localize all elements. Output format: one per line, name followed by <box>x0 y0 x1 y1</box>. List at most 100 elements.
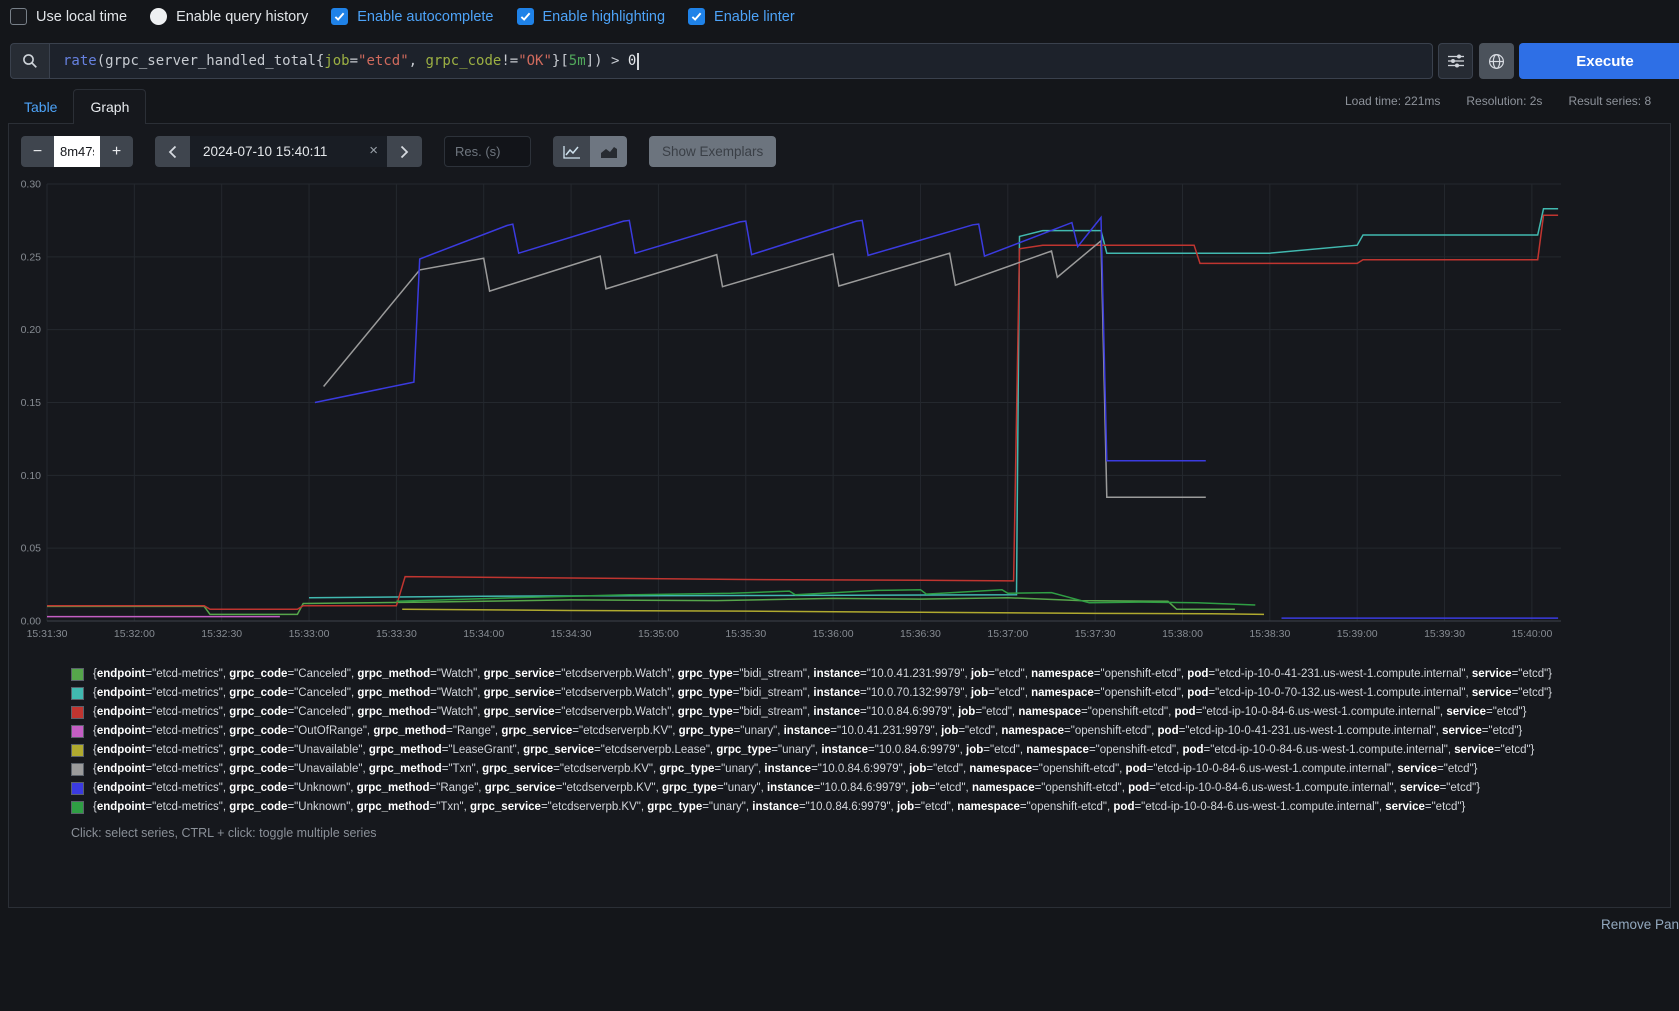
resolution-input[interactable] <box>444 136 531 167</box>
metrics-explorer-button[interactable] <box>1479 43 1514 79</box>
y-axis-label: 0.15 <box>21 397 42 409</box>
checkbox-unchecked-icon[interactable] <box>10 8 27 25</box>
y-axis-label: 0.00 <box>21 616 42 628</box>
legend-item-1[interactable]: {endpoint="etcd-metrics", grpc_code="Can… <box>71 684 1575 703</box>
option-use-local-time[interactable]: Use local time <box>10 8 127 25</box>
x-axis-label: 15:36:00 <box>813 628 854 640</box>
chart-type-toggle <box>553 136 627 167</box>
graph-panel: − + × <box>8 123 1671 908</box>
range-input[interactable] <box>54 136 100 167</box>
series-line-1[interactable] <box>308 208 1559 599</box>
legend-item-7[interactable]: {endpoint="etcd-metrics", grpc_code="Unk… <box>71 798 1575 817</box>
execute-button[interactable]: Execute <box>1519 43 1679 79</box>
text-cursor <box>637 52 640 70</box>
series-label: {endpoint="etcd-metrics", grpc_code="Can… <box>93 668 1553 680</box>
query-bar: rate(grpc_server_handled_total{job = "etcd… <box>10 43 1433 79</box>
option-label: Enable query history <box>176 8 309 25</box>
query-stats: Load time: 221ms Resolution: 2s Result s… <box>1345 94 1651 108</box>
stacked-chart-button[interactable] <box>590 136 627 167</box>
decrease-range-button[interactable]: − <box>21 136 54 167</box>
x-axis-label: 15:36:30 <box>900 628 941 640</box>
series-line-7[interactable] <box>396 588 1256 606</box>
stacked-chart-icon <box>600 146 617 158</box>
clear-time-icon[interactable]: × <box>369 142 378 160</box>
show-exemplars-button[interactable]: Show Exemplars <box>649 136 777 167</box>
x-axis-label: 15:31:30 <box>27 628 68 640</box>
query-token-paren: ] <box>585 53 595 69</box>
series-color-swatch[interactable] <box>71 725 84 738</box>
series-line-0[interactable] <box>47 596 1235 616</box>
legend-item-6[interactable]: {endpoint="etcd-metrics", grpc_code="Unk… <box>71 779 1575 798</box>
series-color-swatch[interactable] <box>71 668 84 681</box>
x-axis-label: 15:37:00 <box>987 628 1028 640</box>
tabs: Table Graph <box>8 89 147 124</box>
series-line-5[interactable] <box>323 239 1206 498</box>
increase-range-button[interactable]: + <box>100 136 133 167</box>
y-axis-label: 0.30 <box>21 179 42 191</box>
series-label: {endpoint="etcd-metrics", grpc_code="Out… <box>93 725 1523 737</box>
series-label: {endpoint="etcd-metrics", grpc_code="Can… <box>93 706 1527 718</box>
sliders-icon <box>1447 54 1464 68</box>
legend-item-4[interactable]: {endpoint="etcd-metrics", grpc_code="Una… <box>71 741 1575 760</box>
y-axis-label: 0.25 <box>21 251 42 263</box>
query-token-paren: ) <box>594 53 603 69</box>
remove-panel-button[interactable]: Remove Panel <box>1601 917 1679 932</box>
resolution-text: Resolution: 2s <box>1466 94 1543 108</box>
checkbox-checked-icon[interactable] <box>516 8 534 25</box>
range-control: − + <box>21 136 133 167</box>
option-enable-query-history[interactable]: Enable query history <box>150 8 308 25</box>
tab-graph[interactable]: Graph <box>73 89 147 124</box>
search-button[interactable] <box>10 43 49 79</box>
series-color-swatch[interactable] <box>71 687 84 700</box>
query-token-label: job <box>324 53 350 69</box>
checkbox-unchecked-icon[interactable] <box>150 8 168 25</box>
series-label: {endpoint="etcd-metrics", grpc_code="Una… <box>93 763 1478 775</box>
option-label: Enable highlighting <box>542 8 666 25</box>
query-token-paren: > <box>602 53 628 69</box>
x-axis-label: 15:39:00 <box>1337 628 1378 640</box>
series-color-swatch[interactable] <box>71 782 84 795</box>
x-axis-label: 15:38:00 <box>1162 628 1203 640</box>
option-enable-highlighting[interactable]: Enable highlighting <box>516 8 666 25</box>
graph-controls: − + × <box>21 136 777 167</box>
legend-item-2[interactable]: {endpoint="etcd-metrics", grpc_code="Can… <box>71 703 1575 722</box>
series-line-2[interactable] <box>47 214 1559 611</box>
legend-item-3[interactable]: {endpoint="etcd-metrics", grpc_code="Out… <box>71 722 1575 741</box>
series-color-swatch[interactable] <box>71 763 84 776</box>
line-chart-button[interactable] <box>553 136 590 167</box>
legend-hint: Click: select series, CTRL + click: togg… <box>71 826 377 840</box>
series-color-swatch[interactable] <box>71 744 84 757</box>
legend-item-0[interactable]: {endpoint="etcd-metrics", grpc_code="Can… <box>71 665 1575 684</box>
y-axis-label: 0.20 <box>21 324 42 336</box>
datetime-input[interactable] <box>190 136 387 167</box>
search-icon <box>23 54 37 68</box>
line-chart-icon <box>562 145 580 159</box>
x-axis-label: 15:38:30 <box>1249 628 1290 640</box>
series-color-swatch[interactable] <box>71 801 84 814</box>
checkbox-checked-icon[interactable] <box>688 8 706 25</box>
series-label: {endpoint="etcd-metrics", grpc_code="Una… <box>93 744 1535 756</box>
time-back-button[interactable] <box>155 136 190 167</box>
query-token-duration: 5m <box>568 53 586 69</box>
option-enable-linter[interactable]: Enable linter <box>688 8 795 25</box>
option-enable-autocomplete[interactable]: Enable autocomplete <box>331 8 494 25</box>
time-series-chart[interactable]: 0.00 0.05 0.10 0.15 0.20 0.25 0.30 15:31:30 15:3… <box>13 174 1665 652</box>
series-color-swatch[interactable] <box>71 706 84 719</box>
query-options-button[interactable] <box>1438 43 1473 79</box>
query-token-paren: ( <box>96 53 106 69</box>
query-expression-input[interactable]: rate(grpc_server_handled_total{job = "etcd… <box>49 43 1433 79</box>
datetime-field: × <box>190 136 387 167</box>
time-forward-button[interactable] <box>387 136 422 167</box>
query-token-metric: grpc_server_handled_total <box>105 53 316 69</box>
series-line-6[interactable] <box>314 215 1559 619</box>
query-token-label: grpc_code <box>425 53 502 69</box>
checkbox-checked-icon[interactable] <box>331 8 349 25</box>
query-token-paren: != <box>501 53 519 69</box>
legend-item-5[interactable]: {endpoint="etcd-metrics", grpc_code="Una… <box>71 760 1575 779</box>
series-label: {endpoint="etcd-metrics", grpc_code="Unk… <box>93 801 1466 813</box>
load-time-text: Load time: 221ms <box>1345 94 1441 108</box>
result-series-text: Result series: 8 <box>1568 94 1652 108</box>
x-axis-label: 15:33:00 <box>289 628 330 640</box>
tab-table[interactable]: Table <box>8 90 73 124</box>
option-label: Use local time <box>36 8 128 25</box>
